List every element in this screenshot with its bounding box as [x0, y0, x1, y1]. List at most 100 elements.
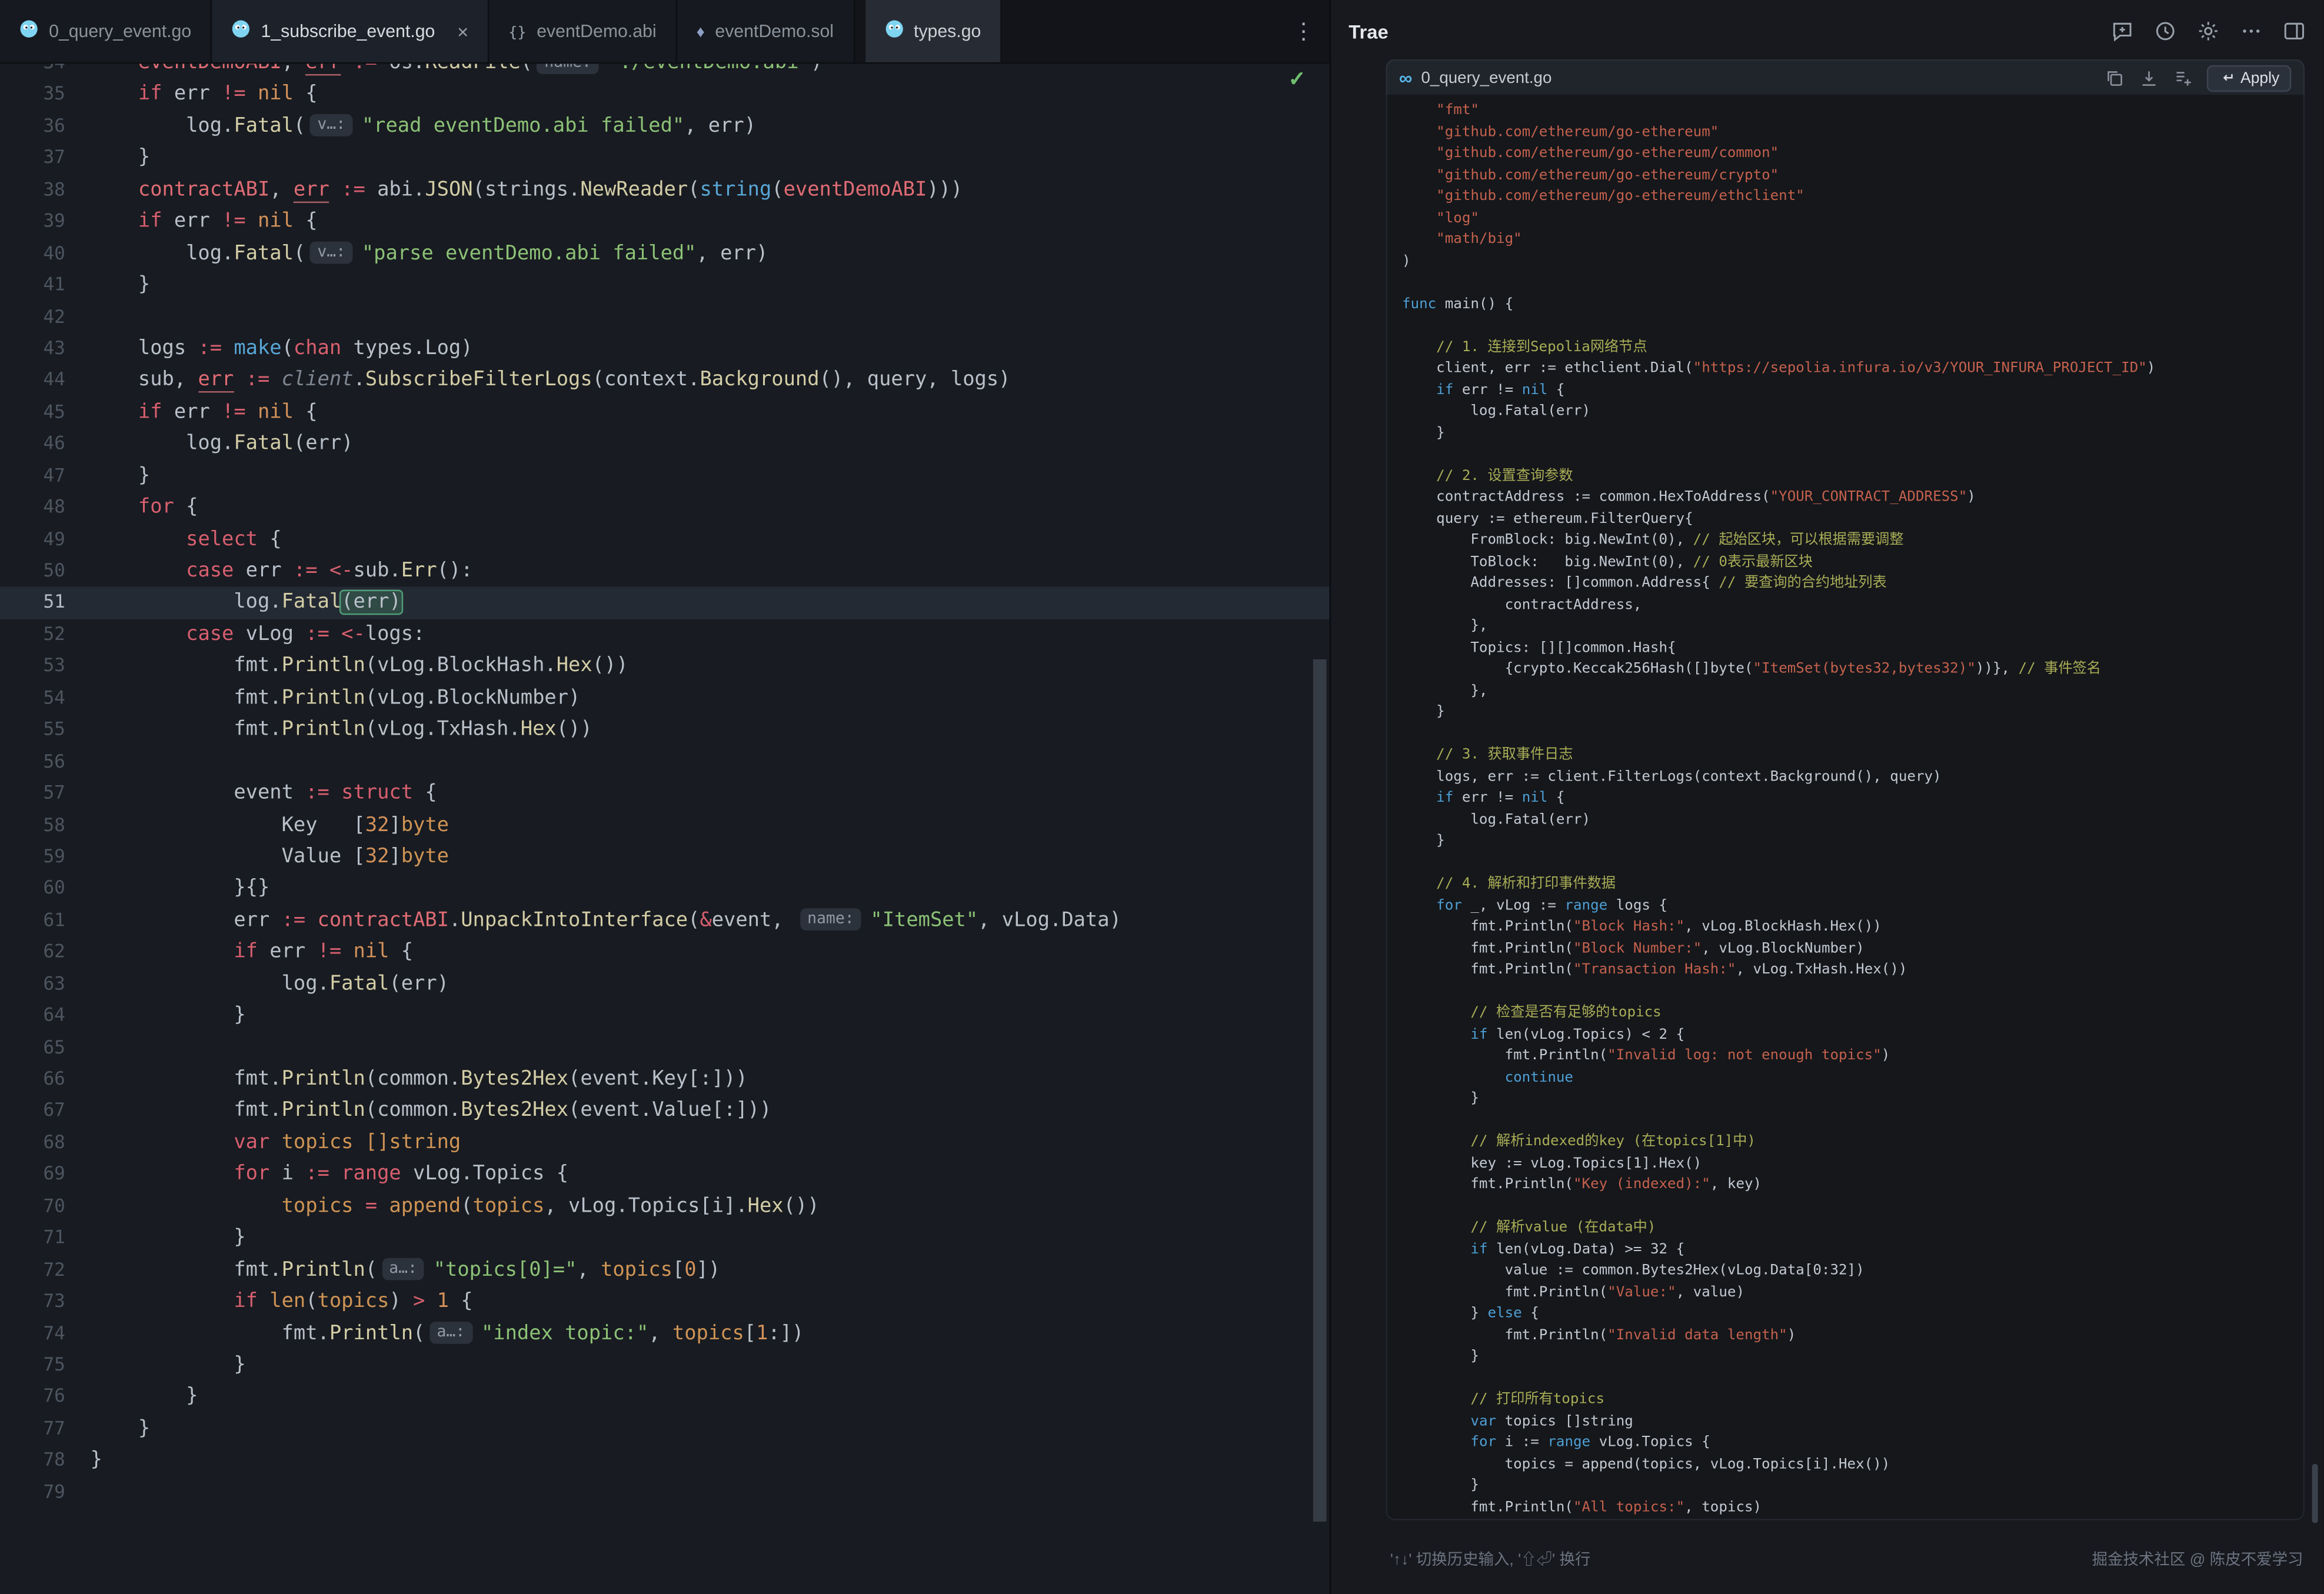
abi-file-icon: {}	[508, 21, 526, 41]
code-line[interactable]: 75 }	[0, 1350, 1330, 1382]
code-line[interactable]: 65	[0, 1032, 1330, 1064]
insert-icon[interactable]	[2138, 68, 2159, 88]
code-editor[interactable]: 34 eventDemoABI, err := os.ReadFile(name…	[0, 62, 1330, 1594]
code-line[interactable]: 43 logs := make(chan types.Log)	[0, 334, 1330, 365]
code-line[interactable]: 50 case err := <-sub.Err():	[0, 556, 1330, 588]
code-line[interactable]: 67 fmt.Println(common.Bytes2Hex(event.Va…	[0, 1096, 1330, 1128]
code-line[interactable]: 57 event := struct {	[0, 778, 1330, 810]
code-line-text: Value [32]byte	[91, 842, 449, 873]
code-line[interactable]: 72 fmt.Println(a…:"topics[0]=", topics[0…	[0, 1255, 1330, 1286]
code-line[interactable]: 47 }	[0, 461, 1330, 492]
copy-icon[interactable]	[2104, 68, 2125, 88]
line-number: 37	[0, 143, 91, 175]
code-line[interactable]: 55 fmt.Println(vLog.TxHash.Hex())	[0, 715, 1330, 746]
code-line[interactable]: 63 log.Fatal(err)	[0, 969, 1330, 1001]
inlay-hint: v…:	[310, 242, 353, 264]
code-card-icon-buttons	[2104, 68, 2193, 88]
code-line[interactable]: 42	[0, 302, 1330, 334]
inlay-hint: a…:	[382, 1258, 425, 1280]
code-line[interactable]: 49 select {	[0, 524, 1330, 556]
editor-more-button[interactable]: ⋮	[1293, 0, 1315, 62]
code-line[interactable]: 56	[0, 746, 1330, 778]
code-line-text: }	[91, 1223, 246, 1255]
tab-0_query_event.go[interactable]: 0_query_event.go	[0, 0, 212, 62]
diff-icon[interactable]	[2172, 68, 2193, 88]
assistant-code-line: "math/big"	[1402, 229, 2303, 251]
pane-divider[interactable]	[1330, 0, 1331, 1594]
assistant-code-line: "github.com/ethereum/go-ethereum/ethclie…	[1402, 186, 2303, 208]
code-line[interactable]: 73 if len(topics) > 1 {	[0, 1286, 1330, 1318]
code-line[interactable]: 52 case vLog := <-logs:	[0, 619, 1330, 651]
code-line-text: topics = append(topics, vLog.Topics[i].H…	[91, 1191, 820, 1223]
code-line[interactable]: 51 log.Fatal(err)	[0, 588, 1330, 619]
tab-types.go[interactable]: types.go	[865, 0, 1002, 62]
code-line-text: fmt.Println(a…:"index topic:", topics[1:…	[91, 1318, 804, 1350]
line-number: 62	[0, 937, 91, 969]
editor-scrollbar[interactable]	[1313, 659, 1327, 1522]
new-chat-icon[interactable]	[2110, 19, 2134, 43]
code-line[interactable]: 70 topics = append(topics, vLog.Topics[i…	[0, 1191, 1330, 1223]
line-number: 56	[0, 746, 91, 778]
assistant-code-line: key := vLog.Topics[1].Hex()	[1402, 1153, 2303, 1175]
code-line[interactable]: 48 for {	[0, 492, 1330, 524]
code-line[interactable]: 34 eventDemoABI, err := os.ReadFile(name…	[0, 62, 1330, 79]
code-line[interactable]: 76 }	[0, 1382, 1330, 1413]
assistant-code-line: if err != nil {	[1402, 788, 2303, 810]
assistant-code-line: // 2. 设置查询参数	[1402, 466, 2303, 488]
code-line[interactable]: 66 fmt.Println(common.Bytes2Hex(event.Ke…	[0, 1064, 1330, 1096]
line-number: 70	[0, 1191, 91, 1223]
tab-1_subscribe_event.go[interactable]: 1_subscribe_event.go×	[212, 0, 489, 62]
line-number: 39	[0, 206, 91, 238]
assistant-code-line: // 检查是否有足够的topics	[1402, 1003, 2303, 1025]
code-line[interactable]: 45 if err != nil {	[0, 397, 1330, 429]
code-line[interactable]: 53 fmt.Println(vLog.BlockHash.Hex())	[0, 651, 1330, 683]
close-tab-icon[interactable]: ×	[457, 20, 468, 42]
no-errors-check-icon: ✓	[1288, 66, 1306, 92]
code-line[interactable]: 35 if err != nil {	[0, 79, 1330, 111]
code-line[interactable]: 59 Value [32]byte	[0, 842, 1330, 873]
code-line[interactable]: 58 Key [32]byte	[0, 810, 1330, 842]
code-line[interactable]: 37 }	[0, 143, 1330, 175]
apply-label: Apply	[2240, 69, 2279, 86]
code-line-text: log.Fatal(err)	[91, 429, 354, 461]
code-line[interactable]: 39 if err != nil {	[0, 206, 1330, 238]
code-line[interactable]: 41 }	[0, 270, 1330, 302]
tab-bar-tabs: 0_query_event.go1_subscribe_event.go×{}e…	[0, 0, 1002, 62]
code-line[interactable]: 62 if err != nil {	[0, 937, 1330, 969]
more-icon[interactable]	[2239, 19, 2263, 43]
code-line[interactable]: 77 }	[0, 1413, 1330, 1445]
tab-eventDemo.abi[interactable]: {}eventDemo.abi	[490, 0, 677, 62]
apply-button[interactable]: Apply	[2206, 65, 2291, 91]
assistant-code-line	[1402, 724, 2303, 746]
code-line-text: eventDemoABI, err := os.ReadFile(name:".…	[91, 62, 823, 79]
code-line[interactable]: 69 for i := range vLog.Topics {	[0, 1159, 1330, 1191]
code-line[interactable]: 79	[0, 1477, 1330, 1509]
code-line-text: }	[91, 1382, 198, 1413]
code-line[interactable]: 78}	[0, 1445, 1330, 1477]
code-line[interactable]: 64 }	[0, 1001, 1330, 1032]
line-number: 57	[0, 778, 91, 810]
code-line[interactable]: 71 }	[0, 1223, 1330, 1255]
line-number: 60	[0, 873, 91, 905]
code-line-text: }	[91, 270, 151, 302]
code-line[interactable]: 46 log.Fatal(err)	[0, 429, 1330, 461]
line-number: 76	[0, 1382, 91, 1413]
line-number: 35	[0, 79, 91, 111]
layout-icon[interactable]	[2282, 19, 2306, 43]
assistant-code-line: // 解析indexed的key (在topics[1]中)	[1402, 1132, 2303, 1154]
history-icon[interactable]	[2153, 19, 2177, 43]
code-line[interactable]: 54 fmt.Println(vLog.BlockNumber)	[0, 683, 1330, 715]
code-line[interactable]: 61 err := contractABI.UnpackIntoInterfac…	[0, 905, 1330, 937]
panel-scrollbar[interactable]	[2312, 1464, 2318, 1523]
code-line[interactable]: 74 fmt.Println(a…:"index topic:", topics…	[0, 1318, 1330, 1350]
assistant-code-line: },	[1402, 616, 2303, 638]
code-card-header: ∞ 0_query_event.go Apply	[1386, 59, 2305, 95]
code-line[interactable]: 44 sub, err := client.SubscribeFilterLog…	[0, 365, 1330, 397]
code-line[interactable]: 68 var topics []string	[0, 1128, 1330, 1159]
code-line[interactable]: 40 log.Fatal(v…:"parse eventDemo.abi fai…	[0, 238, 1330, 270]
code-line[interactable]: 36 log.Fatal(v…:"read eventDemo.abi fail…	[0, 111, 1330, 143]
tab-eventDemo.sol[interactable]: ♦eventDemo.sol	[677, 0, 854, 62]
code-line[interactable]: 38 contractABI, err := abi.JSON(strings.…	[0, 175, 1330, 206]
settings-icon[interactable]	[2196, 19, 2220, 43]
code-line[interactable]: 60 }{}	[0, 873, 1330, 905]
